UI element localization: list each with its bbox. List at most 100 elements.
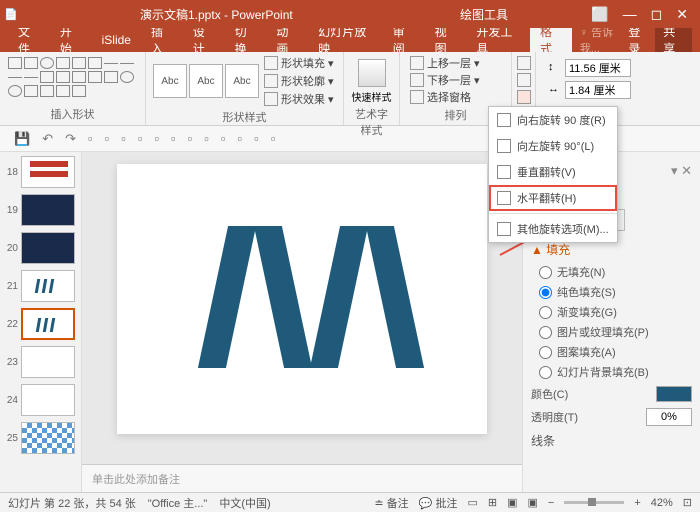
bring-forward-button[interactable]: 上移一层 ▾ [410,55,501,71]
selection-pane-button[interactable]: 选择窗格 [410,89,501,105]
group-label-insert-shape: 插入形状 [6,106,139,122]
fit-to-window-icon[interactable]: ⊡ [683,496,692,509]
view-reading-icon[interactable]: ▣ [507,496,517,509]
qat-item[interactable]: ▫ [254,131,259,146]
more-rotation-options[interactable]: 其他旋转选项(M)... [489,216,617,242]
thumbnail-21[interactable]: 21 [4,270,77,302]
qat-item[interactable]: ▫ [138,131,143,146]
thumbnail-24[interactable]: 24 [4,384,77,416]
qat-item[interactable]: ▫ [171,131,176,146]
qat-item[interactable]: ▫ [188,131,193,146]
fill-picture[interactable]: 图片或纹理填充(P) [539,324,692,340]
thumbnail-19[interactable]: 19 [4,194,77,226]
group-button[interactable] [517,73,531,87]
thumbnail-18[interactable]: 18 [4,156,77,188]
flip-h-icon [497,191,511,205]
shape-gallery[interactable] [6,55,136,99]
fill-gradient[interactable]: 渐变填充(G) [539,304,692,320]
flip-v-icon [497,165,511,179]
effects-icon [264,92,278,106]
send-backward-button[interactable]: 下移一层 ▾ [410,72,501,88]
qat-item[interactable]: ▫ [105,131,110,146]
qat-item[interactable]: ▫ [237,131,242,146]
maximize-button[interactable]: ◻ [651,6,663,23]
ribbon: 插入形状 Abc Abc Abc 形状填充 ▾ 形状轮廓 ▾ 形状效果 ▾ 形状… [0,52,700,126]
rotate-left-icon [497,139,511,153]
view-sorter-icon[interactable]: ⊞ [488,496,497,509]
height-icon: ↕ [548,61,562,75]
qat-save-icon[interactable]: 💾 [14,131,30,147]
rotate-right-icon [497,113,511,127]
close-button[interactable]: ✕ [676,6,688,23]
comments-toggle[interactable]: 💬 批注 [419,495,458,511]
tab-islide[interactable]: iSlide [92,30,141,50]
shape-style-gallery[interactable]: Abc Abc Abc [152,63,260,99]
qat-item[interactable]: ▫ [88,131,93,146]
height-input-row: ↕ [548,59,631,77]
language-indicator[interactable]: 中文(中国) [219,495,270,511]
shape-effects-button[interactable]: 形状效果 ▾ [264,91,334,107]
slide-counter: 幻灯片 第 22 张，共 54 张 [8,495,136,511]
logo-shape[interactable] [213,226,409,368]
slide-canvas[interactable] [117,164,487,434]
shape-outline-button[interactable]: 形状轮廓 ▾ [264,73,334,89]
align-button[interactable] [517,56,531,70]
document-title: 演示文稿1.pptx - PowerPoint [140,6,293,23]
group-label-wordart: 艺术字样式 [350,106,393,138]
fill-icon [264,56,278,70]
status-bar: 幻灯片 第 22 张，共 54 张 "Office 主..." 中文(中国) ≐… [0,492,700,512]
rotate-dropdown-menu: 向右旋转 90 度(R) 向左旋转 90°(L) 垂直翻转(V) 水平翻转(H)… [488,106,618,243]
width-icon: ↔ [548,83,562,97]
rotate-button[interactable] [517,90,531,104]
notes-pane[interactable]: 单击此处添加备注 [82,464,522,492]
width-input-row: ↔ [548,81,631,99]
fill-solid[interactable]: 纯色填充(S) [539,284,692,300]
height-input[interactable] [565,59,631,77]
transparency-input[interactable] [646,408,692,426]
color-picker[interactable] [656,386,692,402]
thumbnail-22[interactable]: 22 [4,308,77,340]
ribbon-display-icon[interactable]: ⬜ [591,6,608,23]
color-label: 颜色(C) [531,386,568,402]
thumbnail-25[interactable]: 25 [4,422,77,454]
minimize-button[interactable]: — [623,6,637,22]
zoom-level[interactable]: 42% [651,497,673,509]
thumbnail-20[interactable]: 20 [4,232,77,264]
notes-toggle[interactable]: ≐ 备注 [374,495,408,511]
flip-horizontal[interactable]: 水平翻转(H) [489,185,617,211]
close-pane-button[interactable]: ▾ ✕ [671,163,692,179]
app-icon: 📄 [4,8,18,21]
qat-redo-icon[interactable]: ↷ [65,131,76,147]
quick-style-button[interactable]: 快速样式 [350,55,393,104]
qat-item[interactable]: ▫ [221,131,226,146]
transparency-label: 透明度(T) [531,409,578,425]
group-label-shape-style: 形状样式 [152,109,337,125]
shape-fill-button[interactable]: 形状填充 ▾ [264,55,334,71]
thumbnail-23[interactable]: 23 [4,346,77,378]
title-bar: 📄 演示文稿1.pptx - PowerPoint 绘图工具 ⬜ — ◻ ✕ [0,0,700,28]
fill-pattern[interactable]: 图案填充(A) [539,344,692,360]
qat-undo-icon[interactable]: ↶ [42,131,53,147]
view-normal-icon[interactable]: ▭ [467,496,477,509]
qat-item[interactable]: ▫ [154,131,159,146]
outline-icon [264,74,278,88]
wordart-icon [358,59,386,87]
fill-none[interactable]: 无填充(N) [539,264,692,280]
forward-icon [410,56,424,70]
rotate-left-90[interactable]: 向左旋转 90°(L) [489,133,617,159]
slide-canvas-area: 单击此处添加备注 [82,152,522,492]
qat-item[interactable]: ▫ [204,131,209,146]
view-slideshow-icon[interactable]: ▣ [527,496,537,509]
fill-section-header[interactable]: ▲ 填充 [531,241,692,258]
selection-icon [410,90,424,104]
slide-thumbnails-panel[interactable]: 18 19 20 21 22 23 24 25 [0,152,82,492]
width-input[interactable] [565,81,631,99]
flip-vertical[interactable]: 垂直翻转(V) [489,159,617,185]
zoom-slider[interactable] [564,501,624,504]
qat-item[interactable]: ▫ [121,131,126,146]
qat-item[interactable]: ▫ [271,131,276,146]
line-section-header[interactable]: 线条 [531,432,692,449]
more-icon [497,222,511,236]
rotate-right-90[interactable]: 向右旋转 90 度(R) [489,107,617,133]
fill-slide-bg[interactable]: 幻灯片背景填充(B) [539,364,692,380]
